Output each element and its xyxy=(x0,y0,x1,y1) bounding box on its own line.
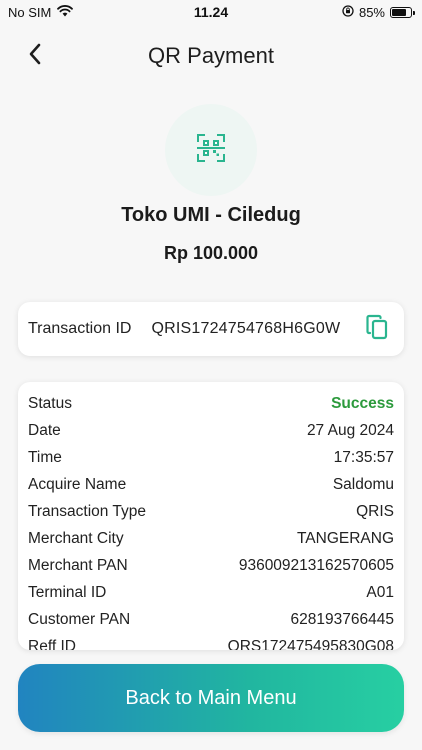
detail-label: Terminal ID xyxy=(28,583,107,601)
detail-label: Merchant PAN xyxy=(28,556,128,574)
detail-value: 27 Aug 2024 xyxy=(306,421,394,439)
transaction-id-value: QRIS1724754768H6G0W xyxy=(151,320,341,337)
detail-value: QRS172475495830G08 xyxy=(227,637,394,651)
detail-value: A01 xyxy=(366,583,394,601)
detail-row-status: Status Success xyxy=(28,390,394,417)
orientation-lock-icon xyxy=(342,4,354,20)
header: QR Payment xyxy=(0,36,422,76)
battery-icon xyxy=(390,6,415,18)
transaction-details-card: Status Success Date 27 Aug 2024 Time 17:… xyxy=(18,382,404,650)
detail-label: Time xyxy=(28,448,62,466)
detail-label: Transaction Type xyxy=(28,502,147,520)
chevron-left-icon xyxy=(28,43,42,70)
detail-row-customer-pan: Customer PAN 628193766445 xyxy=(28,606,394,633)
detail-row-merchant-pan: Merchant PAN 936009213162570605 xyxy=(28,552,394,579)
copy-icon xyxy=(366,314,388,345)
detail-row-transaction-type: Transaction Type QRIS xyxy=(28,498,394,525)
wifi-icon xyxy=(57,4,74,20)
copy-button[interactable] xyxy=(364,314,390,345)
status-value: Success xyxy=(331,394,394,412)
detail-value: 936009213162570605 xyxy=(238,556,394,574)
detail-row-acquire-name: Acquire Name Saldomu xyxy=(28,471,394,498)
detail-label: Customer PAN xyxy=(28,610,131,628)
detail-value: TANGERANG xyxy=(296,529,394,547)
detail-label: Acquire Name xyxy=(28,475,127,493)
detail-value: Saldomu xyxy=(332,475,394,493)
carrier-label: No SIM xyxy=(8,4,52,20)
detail-label: Date xyxy=(28,421,61,439)
back-button[interactable] xyxy=(20,40,50,72)
back-to-main-menu-button[interactable]: Back to Main Menu xyxy=(18,664,404,732)
detail-row-reff-id: Reff ID QRS172475495830G08 xyxy=(28,633,394,651)
qr-scan-icon xyxy=(197,133,225,167)
detail-value: QRIS xyxy=(356,502,394,520)
status-right: 85% xyxy=(342,4,415,20)
detail-row-date: Date 27 Aug 2024 xyxy=(28,417,394,444)
detail-label: Reff ID xyxy=(28,637,76,651)
transaction-id-label: Transaction ID xyxy=(28,320,132,337)
status-left: No SIM xyxy=(8,4,74,20)
page-title: QR Payment xyxy=(148,43,274,68)
detail-label: Status xyxy=(28,394,72,412)
transaction-id-card: Transaction ID QRIS1724754768H6G0W xyxy=(18,302,404,356)
detail-row-terminal-id: Terminal ID A01 xyxy=(28,579,394,606)
status-time: 11.24 xyxy=(193,4,229,20)
qr-icon-badge xyxy=(165,104,257,196)
detail-value: 628193766445 xyxy=(290,610,394,628)
detail-row-merchant-city: Merchant City TANGERANG xyxy=(28,525,394,552)
detail-value: 17:35:57 xyxy=(333,448,394,466)
battery-level xyxy=(392,8,406,16)
detail-label: Merchant City xyxy=(28,529,124,547)
status-bar: No SIM 11.24 85% xyxy=(0,0,422,24)
battery-percent: 85% xyxy=(358,4,385,20)
back-to-main-menu-label: Back to Main Menu xyxy=(125,686,297,709)
merchant-name: Toko UMI - Ciledug xyxy=(121,204,301,226)
payment-amount: Rp 100.000 xyxy=(163,243,259,263)
detail-row-time: Time 17:35:57 xyxy=(28,444,394,471)
